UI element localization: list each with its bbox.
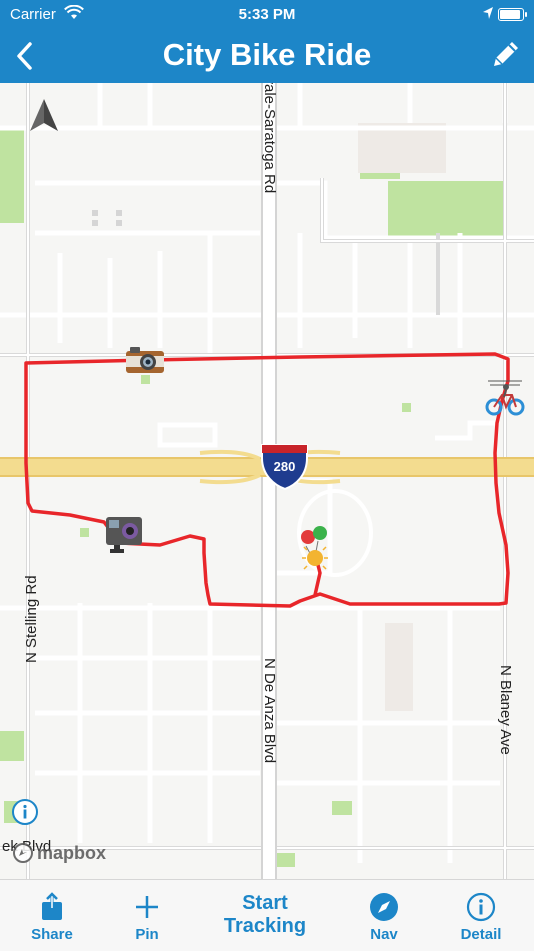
location-arrow-icon (482, 6, 494, 24)
road-label-sunnyvale-saratoga: yvale-Saratoga Rd (261, 83, 278, 194)
map-view[interactable]: 280 yvale-Saratoga Rd N Stelling Rd N De… (0, 83, 534, 879)
tab-detail[interactable]: Detail (452, 880, 510, 951)
road-label-blaney: N Blaney Ave (497, 665, 514, 755)
balloons-icon[interactable] (298, 525, 332, 576)
battery-icon (498, 8, 527, 21)
bicycle-icon[interactable] (484, 375, 526, 424)
page-title: City Bike Ride (162, 37, 372, 72)
compass-icon[interactable] (28, 97, 60, 138)
road-label-de-anza: N De Anza Blvd (261, 658, 278, 764)
road-label-stelling: N Stelling Rd (23, 575, 40, 663)
highway-shield-label: 280 (274, 459, 296, 474)
mapbox-label: mapbox (37, 842, 107, 863)
info-icon (12, 799, 38, 825)
tab-nav-label: Nav (370, 926, 398, 943)
tab-pin-label: Pin (135, 926, 159, 943)
tab-pin[interactable]: Pin (122, 880, 172, 951)
mapbox-logo-icon (13, 843, 33, 863)
navigation-bar: City Bike Ride (0, 30, 534, 83)
map-info-button[interactable] (11, 798, 39, 826)
start-tracking-button[interactable]: Start Tracking (205, 892, 325, 938)
clock: 5:33 PM (238, 6, 296, 23)
compass-nav-icon (370, 893, 398, 921)
status-bar: Carrier 5:33 PM (0, 0, 534, 30)
share-icon (42, 892, 62, 920)
tab-share[interactable]: Share (22, 880, 82, 951)
tab-share-label: Share (31, 926, 73, 943)
tab-detail-label: Detail (460, 926, 502, 943)
battery-fill (500, 10, 520, 19)
info-circle-icon (466, 892, 496, 922)
plus-icon (136, 896, 158, 918)
pencil-icon (494, 42, 518, 66)
mapbox-attribution[interactable]: mapbox (12, 842, 106, 864)
tab-nav[interactable]: Nav (356, 880, 412, 951)
camera-icon[interactable] (124, 345, 166, 380)
edit-button[interactable] (488, 36, 524, 72)
action-camera-icon[interactable] (104, 515, 144, 560)
bottom-tab-bar: Share Pin Start Tracking Nav Detail (0, 879, 534, 951)
